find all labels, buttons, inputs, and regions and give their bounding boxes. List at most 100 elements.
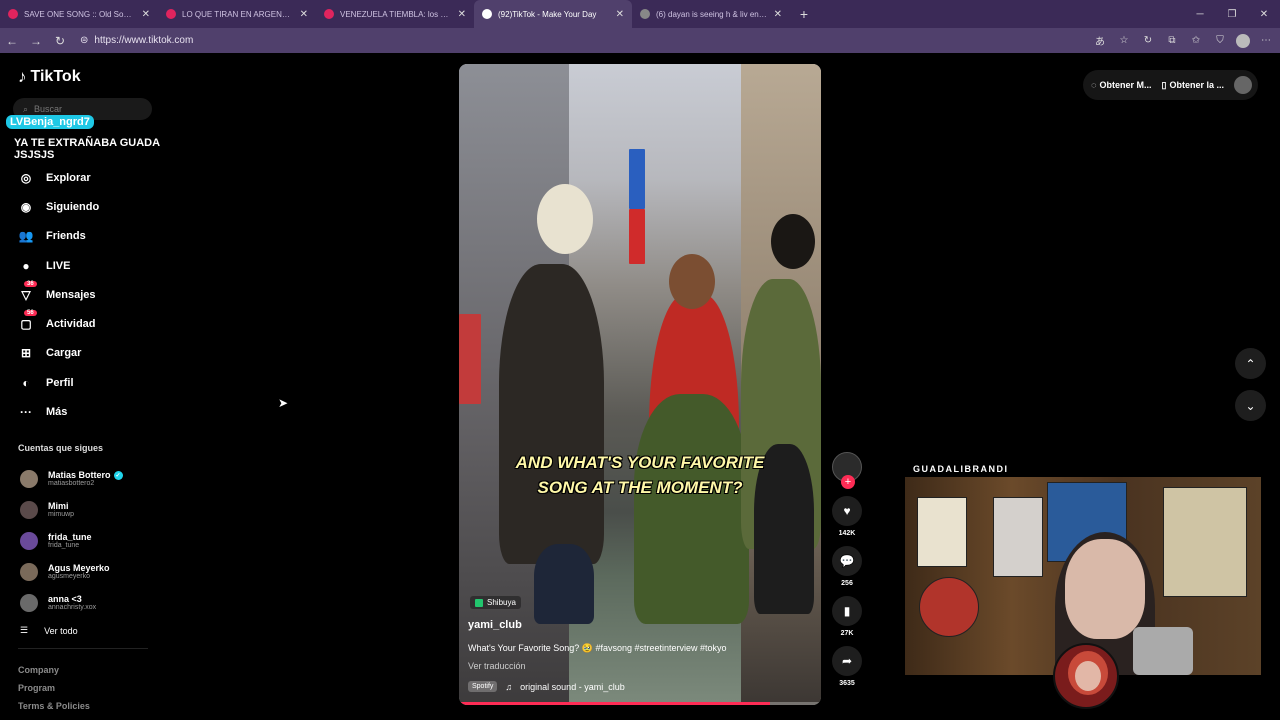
- close-window-icon[interactable]: ✕: [1248, 0, 1280, 28]
- favorite-star-icon[interactable]: ☆: [1116, 35, 1132, 46]
- profile-avatar[interactable]: [1236, 33, 1250, 48]
- tab-close-icon[interactable]: ✕: [616, 9, 624, 20]
- tab-close-icon[interactable]: ✕: [774, 9, 782, 20]
- tab-close-icon[interactable]: ✕: [300, 9, 308, 20]
- following-account[interactable]: anna <3 annachristy.xox: [20, 587, 123, 618]
- translate-link[interactable]: Ver traducción: [468, 661, 526, 671]
- nav-item-live[interactable]: ● LIVE: [18, 251, 99, 280]
- minimize-icon[interactable]: ─: [1184, 0, 1216, 28]
- link-program[interactable]: Program: [18, 683, 90, 701]
- location-label: Shibuya: [487, 598, 516, 607]
- nav-label: Perfil: [46, 376, 74, 389]
- browser-tab[interactable]: SAVE ONE SONG :: Old Song vs ✕: [0, 0, 158, 28]
- video-person-head: [669, 254, 715, 309]
- site-info-icon[interactable]: ⊜: [80, 35, 88, 46]
- video-person-skirt: [634, 394, 749, 624]
- video-player[interactable]: AND WHAT'S YOUR FAVORITE SONG AT THE MOM…: [459, 64, 821, 705]
- tab-favicon-icon: [8, 9, 18, 19]
- following-account[interactable]: Mimi mimuwp: [20, 494, 123, 525]
- browser-tab[interactable]: (6) dayan is seeing h & liv en X: "r ✕: [632, 0, 790, 28]
- nav-item-friends[interactable]: 👥 Friends: [18, 222, 99, 251]
- account-name: Agus Meyerko: [48, 563, 110, 573]
- browser-tab[interactable]: LO QUE TIRAN EN ARGENTINA EN ✕: [158, 0, 316, 28]
- follow-plus-icon[interactable]: +: [841, 475, 855, 489]
- see-all-link[interactable]: ☰ Ver todo: [20, 625, 78, 636]
- browser-tab[interactable]: VENEZUELA TIEMBLA: los héroes ✕: [316, 0, 474, 28]
- creator-avatar[interactable]: +: [832, 452, 862, 489]
- account-name: Matias Bottero: [48, 470, 111, 480]
- following-account[interactable]: Agus Meyerko agusmeyerko: [20, 556, 123, 587]
- favorites-icon[interactable]: ✩: [1188, 35, 1204, 46]
- tab-close-icon[interactable]: ✕: [458, 9, 466, 20]
- extensions-icon[interactable]: ⧉: [1164, 35, 1180, 46]
- user-avatar[interactable]: [1234, 76, 1252, 94]
- browser-tab[interactable]: (92)TikTok - Make Your Day ✕: [474, 0, 632, 28]
- get-app-button[interactable]: ▯ Obtener la ...: [1162, 80, 1224, 91]
- nav-label: Explorar: [46, 171, 91, 184]
- refresh-icon[interactable]: ↻: [1140, 35, 1156, 46]
- heart-icon: ♥: [843, 504, 851, 518]
- comment-button[interactable]: 💬: [832, 546, 862, 576]
- nav-item-cargar[interactable]: ⊞ Cargar: [18, 339, 99, 368]
- tiktok-logo[interactable]: ♪ TikTok: [18, 67, 81, 87]
- restore-icon[interactable]: ❐: [1216, 0, 1248, 28]
- upload-icon: ⊞: [20, 346, 32, 361]
- previous-video-button[interactable]: ⌃: [1235, 348, 1266, 379]
- tab-title: LO QUE TIRAN EN ARGENTINA EN: [182, 9, 294, 19]
- nav-item-actividad[interactable]: ▢ 56 Actividad: [18, 309, 99, 338]
- following-list: Matias Bottero ✓ matiasbottero2 Mimi mimu…: [20, 463, 123, 618]
- location-tag[interactable]: Shibuya: [470, 596, 521, 609]
- url-field[interactable]: ⊜ https://www.tiktok.com: [80, 35, 193, 46]
- video-caption: AND WHAT'S YOUR FAVORITE SONG AT THE MOM…: [459, 450, 821, 500]
- tiktok-note-icon: ♪: [18, 67, 27, 86]
- reload-icon[interactable]: ↻: [48, 29, 72, 53]
- new-tab-button[interactable]: +: [790, 0, 818, 28]
- spotify-badge[interactable]: Spotify: [468, 681, 498, 692]
- activity-icon: ▢ 56: [18, 310, 37, 332]
- account-handle: agusmeyerko: [48, 573, 91, 580]
- profile-icon: ◐: [22, 375, 30, 390]
- footer-links: Company Program Terms & Policies: [18, 665, 90, 719]
- music-info[interactable]: Spotify ♫ original sound - yami_club: [468, 681, 625, 692]
- address-bar: ← → ↻ ⊜ https://www.tiktok.com あ ☆ ↻ ⧉ ✩…: [0, 28, 1280, 53]
- bookmark-icon: ▮: [843, 604, 851, 618]
- comment-count: 256: [841, 580, 853, 587]
- nav-item-más[interactable]: ··· Más: [18, 397, 99, 426]
- menu-icon[interactable]: ⋯: [1258, 35, 1274, 46]
- link-company[interactable]: Company: [18, 665, 90, 683]
- nav-item-explorar[interactable]: ◎ Explorar: [18, 163, 99, 192]
- tab-close-icon[interactable]: ✕: [142, 9, 150, 20]
- nav-item-siguiendo[interactable]: ◉ Siguiendo: [18, 192, 99, 221]
- browser-tab-bar: SAVE ONE SONG :: Old Song vs ✕ LO QUE TI…: [0, 0, 1280, 28]
- cam-poster: [993, 497, 1043, 577]
- like-button[interactable]: ♥: [832, 496, 862, 526]
- following-account[interactable]: Matias Bottero ✓ matiasbottero2: [20, 463, 123, 494]
- cam-poster: [919, 577, 979, 637]
- video-progress-bar[interactable]: [459, 702, 821, 705]
- video-person-head: [771, 214, 815, 269]
- share-button[interactable]: ➦: [832, 646, 862, 676]
- next-video-button[interactable]: ⌄: [1235, 390, 1266, 421]
- translate-icon[interactable]: あ: [1092, 33, 1108, 48]
- coin-icon: ◌: [1091, 80, 1097, 90]
- chevron-up-icon: ⌃: [1245, 356, 1256, 371]
- get-coins-label: Obtener M...: [1099, 80, 1152, 90]
- tab-favicon-icon: [324, 9, 334, 19]
- verified-icon: ✓: [113, 470, 123, 480]
- account-handle: matiasbottero2: [48, 480, 95, 487]
- friends-icon: 👥: [18, 229, 34, 244]
- tab-title: VENEZUELA TIEMBLA: los héroes: [340, 9, 452, 19]
- following-account[interactable]: frida_tune frida_tune: [20, 525, 123, 556]
- cam-poster: [1163, 487, 1247, 597]
- nav-item-mensajes[interactable]: ▽ 36 Mensajes: [18, 280, 99, 309]
- shield-icon[interactable]: ⛉: [1212, 35, 1228, 46]
- video-author[interactable]: yami_club: [468, 619, 522, 631]
- save-button[interactable]: ▮: [832, 596, 862, 626]
- forward-icon[interactable]: →: [24, 29, 48, 53]
- nav-item-perfil[interactable]: ◐ Perfil: [18, 368, 99, 397]
- back-icon[interactable]: ←: [0, 29, 24, 53]
- link-terms[interactable]: Terms & Policies: [18, 701, 90, 719]
- account-name: Mimi: [48, 501, 69, 511]
- get-coins-button[interactable]: ◌ Obtener M...: [1091, 80, 1151, 90]
- following-title: Cuentas que sigues: [18, 443, 104, 453]
